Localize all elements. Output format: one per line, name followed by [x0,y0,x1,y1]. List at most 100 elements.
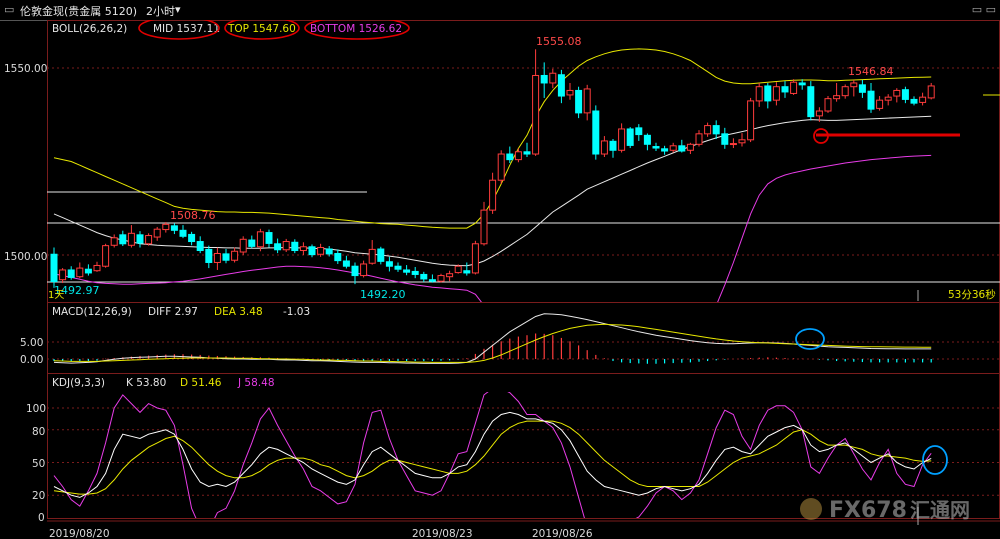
candle-body [377,248,385,262]
candle-body [291,241,299,252]
candle-body [403,269,411,273]
candle-body [506,153,514,161]
candle-body [910,98,918,104]
candle-body [514,151,522,161]
x-label-0826: 2019/08/26 [532,528,593,539]
candle-body [669,145,677,151]
candle-body [618,128,626,151]
candle-body [67,269,75,278]
candle-body [583,88,591,114]
kdj-j-value: J 58.48 [237,377,275,389]
candle-body [153,228,161,238]
candle-body [480,209,488,245]
menu-icon[interactable]: ▭ [4,3,14,16]
period-selector[interactable]: 2小时 [146,3,175,19]
watermark-text-fx678: FX678 [829,498,907,523]
day-marker: 1天 [48,290,64,301]
candle-body [325,248,333,255]
candle-body [205,248,213,263]
candle-body [824,98,832,112]
kdj-d-value: D 51.46 [180,377,222,389]
candle-body [661,148,669,152]
candle-body [833,95,841,100]
candle-body [248,239,256,247]
candle-body [299,246,307,252]
candle-body [213,253,221,263]
candle-body [850,82,858,88]
price-tick-1500: 1500.00 [4,251,47,263]
watermark: FX678 汇通网 [800,498,970,523]
kdj-label: KDJ(9,3,3) [52,377,105,389]
candle-body [317,247,325,255]
candle-body [540,74,548,84]
candle-body [712,125,720,135]
candle-body [807,86,815,118]
x-label-0823: 2019/08/23 [412,528,473,539]
candle-body [437,275,445,282]
candle-body [901,89,909,100]
candle-body [162,223,170,231]
low-label-1492-20: 1492.20 [360,288,406,301]
candle-body [394,265,402,270]
candle-body [282,241,290,251]
candle-body [566,89,574,96]
high-label-1555: 1555.08 [536,35,582,48]
candle-body [695,133,703,145]
candle-body [471,243,479,274]
candle-body [815,110,823,117]
candle-body [893,89,901,97]
candle-body [600,140,608,155]
candle-body [704,125,712,135]
candle-body [738,139,746,144]
candle-body [50,253,58,283]
candle-body [721,133,729,145]
candle-body [841,86,849,97]
candle-body [626,128,634,146]
candle-body [127,232,135,246]
candle-body [342,260,350,267]
kdj-d-line [53,420,932,495]
candle-body [428,279,436,282]
candle-body [420,273,428,280]
title-bar: ▭ 伦敦金现(贵金属 5120) 2小时 ▾ ▭ ▭ [0,0,1000,21]
candle-body [764,85,772,102]
candle-body [781,86,789,93]
watermark-text-cn: 汇通网 [910,498,970,522]
candle-body [609,140,617,151]
kdj-tick-0: 0 [38,512,45,524]
candle-body [876,99,884,109]
candle-body [747,100,755,141]
candle-body [265,232,273,244]
macd-hist-value: -1.03 [283,306,310,318]
candle-body [549,72,557,84]
boll-label: BOLL(26,26,2) [52,23,127,35]
candle-body [179,229,187,237]
candle-body [919,96,927,103]
macd-dea-value: DEA 3.48 [214,306,263,318]
candle-body [360,263,368,277]
candle-body [497,153,505,181]
candle-body [489,179,497,211]
candle-body [755,86,763,102]
candle-body [532,74,540,155]
price-tick-1550: 1550.00 [4,63,47,75]
chart-svg[interactable]: BOLL(26,26,2) MID 1537.11 TOP 1547.60 BO… [0,20,1000,539]
candle-body [411,270,419,275]
kdj-tick-50: 50 [32,458,45,470]
boll-top-value: TOP 1547.60 [227,23,296,35]
candle-body [368,248,376,264]
candle-body [575,89,583,114]
candle-body [334,253,342,262]
boll-bottom-value: BOTTOM 1526.62 [310,23,402,35]
macd-diff-value: DIFF 2.97 [148,306,198,318]
chevron-down-icon[interactable]: ▾ [175,3,181,16]
candle-body [274,243,282,251]
candle-body [557,74,565,97]
candle-body [790,81,798,94]
candle-body [84,268,92,274]
candle-body [592,110,600,155]
x-label-0820: 2019/08/20 [49,528,110,539]
window-controls[interactable]: ▭ ▭ [972,3,996,16]
candle-body [446,273,454,278]
candle-body [523,151,531,155]
